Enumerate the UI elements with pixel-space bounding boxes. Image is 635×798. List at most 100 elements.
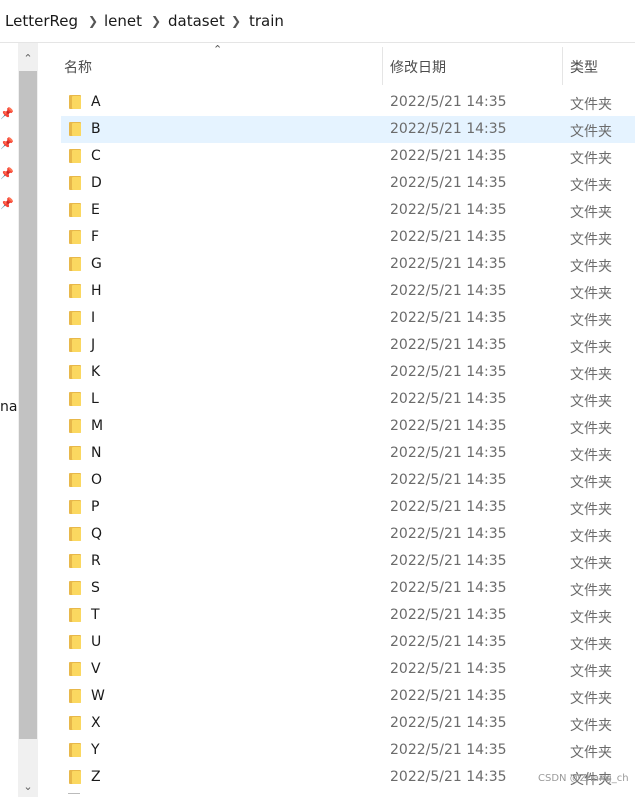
pin-icon[interactable]: 📌 xyxy=(0,107,14,121)
folder-icon xyxy=(69,446,81,460)
file-row[interactable]: D 2022/5/21 14:35 文件夹 xyxy=(61,170,635,197)
pin-icon[interactable]: 📌 xyxy=(0,167,14,181)
file-modified-date: 2022/5/21 14:35 xyxy=(390,688,507,704)
scroll-up-icon[interactable]: ⌃ xyxy=(18,49,38,69)
file-modified-date: 2022/5/21 14:35 xyxy=(390,364,507,380)
file-name: S xyxy=(91,580,100,596)
file-row[interactable]: M 2022/5/21 14:35 文件夹 xyxy=(61,413,635,440)
file-row[interactable]: O 2022/5/21 14:35 文件夹 xyxy=(61,467,635,494)
file-type: 文件夹 xyxy=(570,259,612,275)
column-divider[interactable] xyxy=(382,47,383,85)
file-type: 文件夹 xyxy=(570,232,612,248)
file-row[interactable]: Y 2022/5/21 14:35 文件夹 xyxy=(61,737,635,764)
file-type: 文件夹 xyxy=(570,421,612,437)
file-name: M xyxy=(91,418,104,434)
file-row[interactable]: P 2022/5/21 14:35 文件夹 xyxy=(61,494,635,521)
file-row[interactable]: A 2022/5/21 14:35 文件夹 xyxy=(61,89,635,116)
column-header-date[interactable]: 修改日期 xyxy=(390,57,446,77)
nav-item-label[interactable]: na xyxy=(0,399,17,415)
file-row[interactable]: S 2022/5/21 14:35 文件夹 xyxy=(61,575,635,602)
file-name: C xyxy=(91,148,101,164)
folder-icon xyxy=(69,392,81,406)
file-row[interactable]: T 2022/5/21 14:35 文件夹 xyxy=(61,602,635,629)
file-modified-date: 2022/5/21 14:35 xyxy=(390,148,507,164)
file-row[interactable]: Q 2022/5/21 14:35 文件夹 xyxy=(61,521,635,548)
file-row[interactable]: J 2022/5/21 14:35 文件夹 xyxy=(61,332,635,359)
file-type: 文件夹 xyxy=(570,718,612,734)
file-type: 文件夹 xyxy=(570,313,612,329)
chevron-right-icon[interactable]: ❯ xyxy=(231,14,241,28)
file-type: 文件夹 xyxy=(570,97,612,113)
file-type: 文件夹 xyxy=(570,340,612,356)
file-row[interactable]: L 2022/5/21 14:35 文件夹 xyxy=(61,386,635,413)
file-modified-date: 2022/5/21 14:35 xyxy=(390,229,507,245)
folder-icon xyxy=(69,203,81,217)
file-row[interactable]: F 2022/5/21 14:35 文件夹 xyxy=(61,224,635,251)
file-row[interactable]: B 2022/5/21 14:35 文件夹 xyxy=(61,116,635,143)
file-row[interactable]: G 2022/5/21 14:35 文件夹 xyxy=(61,251,635,278)
column-header-name[interactable]: 名称 xyxy=(64,57,92,77)
file-name: J xyxy=(91,337,96,353)
pin-icon[interactable]: 📌 xyxy=(0,197,14,211)
file-row[interactable]: H 2022/5/21 14:35 文件夹 xyxy=(61,278,635,305)
column-header: ⌃ 名称 修改日期 类型 xyxy=(38,43,635,89)
scrollbar-thumb[interactable] xyxy=(19,71,37,739)
breadcrumb-item-dataset[interactable]: dataset xyxy=(168,12,225,30)
file-name: W xyxy=(91,688,105,704)
file-row[interactable]: V 2022/5/21 14:35 文件夹 xyxy=(61,656,635,683)
file-modified-date: 2022/5/21 14:35 xyxy=(390,337,507,353)
file-name: D xyxy=(91,175,102,191)
folder-icon xyxy=(69,311,81,325)
file-modified-date: 2022/5/21 14:35 xyxy=(390,391,507,407)
vertical-scrollbar[interactable]: ⌃ ⌄ xyxy=(18,43,38,797)
folder-icon xyxy=(69,257,81,271)
breadcrumb-item-letterreg[interactable]: LetterReg xyxy=(5,12,78,30)
file-type: 文件夹 xyxy=(570,664,612,680)
folder-icon xyxy=(69,716,81,730)
file-modified-date: 2022/5/21 14:35 xyxy=(390,94,507,110)
scroll-down-icon[interactable]: ⌄ xyxy=(18,777,38,797)
breadcrumb-item-train[interactable]: train xyxy=(249,12,284,30)
file-modified-date: 2022/5/21 14:35 xyxy=(390,283,507,299)
file-name: Y xyxy=(91,742,100,758)
file-row[interactable]: C 2022/5/21 14:35 文件夹 xyxy=(61,143,635,170)
file-modified-date: 2022/5/21 14:35 xyxy=(390,580,507,596)
pin-icon[interactable]: 📌 xyxy=(0,137,14,151)
file-name: T xyxy=(91,607,100,623)
file-type: 文件夹 xyxy=(570,745,612,761)
file-name: I xyxy=(91,310,96,326)
file-row[interactable]: N 2022/5/21 14:35 文件夹 xyxy=(61,440,635,467)
folder-icon xyxy=(69,770,81,784)
column-divider[interactable] xyxy=(562,47,563,85)
chevron-right-icon[interactable]: ❯ xyxy=(88,14,98,28)
file-modified-date: 2022/5/21 14:35 xyxy=(390,472,507,488)
file-row[interactable]: W 2022/5/21 14:35 文件夹 xyxy=(61,683,635,710)
file-row[interactable]: K 2022/5/21 14:35 文件夹 xyxy=(61,359,635,386)
file-name: H xyxy=(91,283,102,299)
file-row[interactable]: U 2022/5/21 14:35 文件夹 xyxy=(61,629,635,656)
file-type: 文件夹 xyxy=(570,394,612,410)
file-name: X xyxy=(91,715,101,731)
file-row[interactable]: R 2022/5/21 14:35 文件夹 xyxy=(61,548,635,575)
breadcrumb-item-lenet[interactable]: lenet xyxy=(104,12,142,30)
file-modified-date: 2022/5/21 14:35 xyxy=(390,499,507,515)
folder-icon xyxy=(69,284,81,298)
sort-ascending-icon: ⌃ xyxy=(213,43,223,56)
file-type: 文件夹 xyxy=(570,124,612,140)
file-name: B xyxy=(91,121,101,137)
file-name: P xyxy=(91,499,100,515)
file-row[interactable]: I 2022/5/21 14:35 文件夹 xyxy=(61,305,635,332)
folder-icon xyxy=(69,338,81,352)
file-name: A xyxy=(91,94,101,110)
file-modified-date: 2022/5/21 14:35 xyxy=(390,121,507,137)
file-type: 文件夹 xyxy=(570,691,612,707)
chevron-right-icon[interactable]: ❯ xyxy=(151,14,161,28)
file-modified-date: 2022/5/21 14:35 xyxy=(390,634,507,650)
file-row[interactable]: E 2022/5/21 14:35 文件夹 xyxy=(61,197,635,224)
file-row[interactable]: X 2022/5/21 14:35 文件夹 xyxy=(61,710,635,737)
file-name: Z xyxy=(91,769,101,785)
file-modified-date: 2022/5/21 14:35 xyxy=(390,445,507,461)
breadcrumb: LetterReg ❯ lenet ❯ dataset ❯ train xyxy=(0,0,635,43)
folder-icon xyxy=(69,581,81,595)
column-header-type[interactable]: 类型 xyxy=(570,57,598,77)
